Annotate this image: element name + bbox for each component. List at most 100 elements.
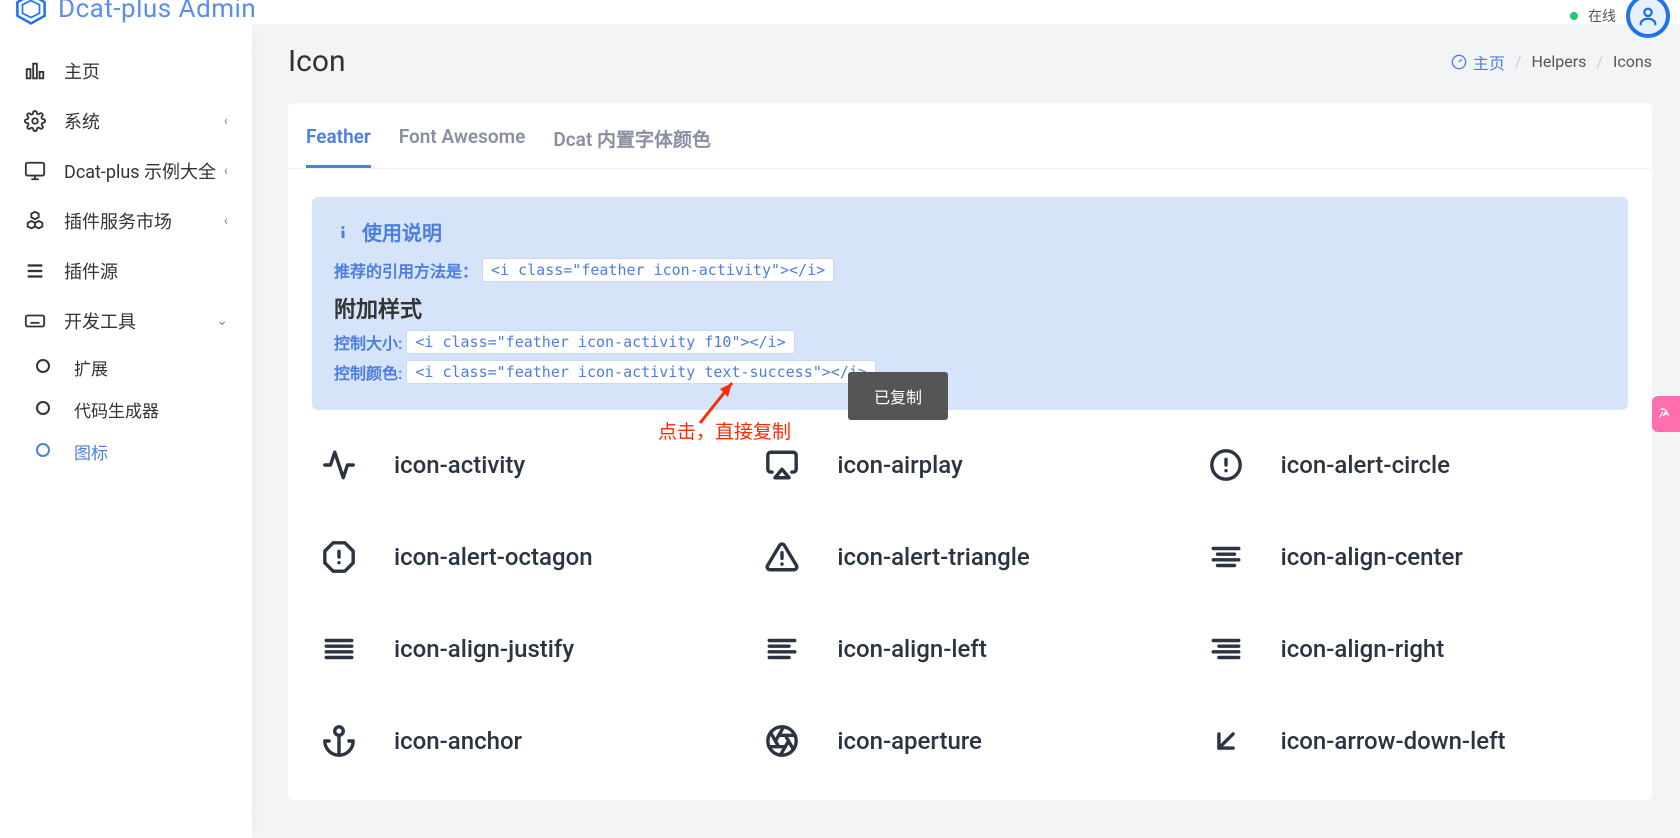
bar-chart-icon <box>24 60 46 82</box>
monitor-icon <box>24 160 46 182</box>
align-left-icon <box>763 630 801 668</box>
info-title: 使用说明 <box>334 217 1606 246</box>
breadcrumb-home[interactable]: 主页 <box>1451 50 1505 74</box>
breadcrumb-sep: / <box>1515 52 1522 71</box>
icon-name: icon-alert-triangle <box>837 543 1029 571</box>
dashboard-icon <box>1451 54 1467 70</box>
info-recommend-code[interactable]: <i class="feather icon-activity"></i> <box>482 258 834 282</box>
topbar: Dcat-plus Admin 在线 <box>0 0 1680 24</box>
sidebar-item-codegen[interactable]: 代码生成器 <box>12 388 252 430</box>
circle-icon <box>36 442 54 460</box>
annotation-text: 点击，直接复制 <box>658 417 791 444</box>
keyboard-icon <box>24 310 46 332</box>
sidebar-item-examples[interactable]: Dcat-plus 示例大全 ‹ <box>0 146 252 196</box>
avatar[interactable] <box>1626 0 1670 38</box>
translate-icon <box>1658 406 1674 422</box>
breadcrumb-home-label: 主页 <box>1473 50 1505 74</box>
airplay-icon <box>763 446 801 484</box>
sidebar-item-label: 系统 <box>64 108 224 134</box>
icon-cell-align-justify[interactable]: icon-align-justify <box>320 630 733 668</box>
icon-name: icon-alert-circle <box>1281 451 1450 479</box>
sidebar-item-label: 代码生成器 <box>74 397 228 422</box>
tabs: Feather Font Awesome Dcat 内置字体颜色 <box>288 103 1652 169</box>
tab-fontawesome[interactable]: Font Awesome <box>399 125 526 168</box>
side-translate-badge[interactable] <box>1652 396 1680 432</box>
sidebar-item-market[interactable]: 插件服务市场 ‹ <box>0 196 252 246</box>
info-size-row: 控制大小: <i class="feather icon-activity f1… <box>334 330 1606 354</box>
aperture-icon <box>763 722 801 760</box>
alert-triangle-icon <box>763 538 801 576</box>
icon-cell-alert-circle[interactable]: icon-alert-circle <box>1207 446 1620 484</box>
circle-icon <box>36 400 54 418</box>
info-size-label: 控制大小: <box>334 330 402 354</box>
arrow-down-left-icon <box>1207 722 1245 760</box>
sidebar: 主页 系统 ‹ Dcat-plus 示例大全 ‹ 插件服务市场 ‹ 插件源 开发… <box>0 24 252 838</box>
main: Icon 主页 / Helpers / Icons Feather Font A… <box>252 0 1680 830</box>
sidebar-item-extensions[interactable]: 扩展 <box>12 346 252 388</box>
chevron-left-icon: ‹ <box>224 213 228 229</box>
icon-cell-align-left[interactable]: icon-align-left <box>763 630 1176 668</box>
page-title: Icon <box>288 44 346 79</box>
icon-cell-anchor[interactable]: icon-anchor <box>320 722 733 760</box>
cubes-icon <box>24 210 46 232</box>
gear-icon <box>24 110 46 132</box>
info-title-label: 使用说明 <box>362 217 442 246</box>
brand-logo-icon <box>14 0 48 26</box>
info-color-row: 控制颜色: <i class="feather icon-activity te… <box>334 360 1606 384</box>
icon-name: icon-align-center <box>1281 543 1463 571</box>
breadcrumb-sep: / <box>1596 52 1603 71</box>
icon-cell-airplay[interactable]: icon-airplay <box>763 446 1176 484</box>
icon-cell-activity[interactable]: icon-activity <box>320 446 733 484</box>
icon-name: icon-anchor <box>394 727 522 755</box>
sidebar-item-source[interactable]: 插件源 <box>0 246 252 296</box>
icon-cell-align-center[interactable]: icon-align-center <box>1207 538 1620 576</box>
sidebar-item-label: 扩展 <box>74 355 228 380</box>
activity-icon <box>320 446 358 484</box>
content-card: Feather Font Awesome Dcat 内置字体颜色 使用说明 推荐… <box>288 103 1652 800</box>
breadcrumb: 主页 / Helpers / Icons <box>1451 50 1652 74</box>
icon-cell-alert-octagon[interactable]: icon-alert-octagon <box>320 538 733 576</box>
online-text: 在线 <box>1588 6 1616 26</box>
align-right-icon <box>1207 630 1245 668</box>
user-icon <box>1637 5 1659 27</box>
info-box: 使用说明 推荐的引用方法是： <i class="feather icon-ac… <box>312 197 1628 410</box>
info-recommend-row: 推荐的引用方法是： <i class="feather icon-activit… <box>334 258 1606 282</box>
online-dot-icon <box>1570 12 1578 20</box>
tab-dcat-colors[interactable]: Dcat 内置字体颜色 <box>553 125 711 168</box>
icon-name: icon-aperture <box>837 727 982 755</box>
icon-cell-alert-triangle[interactable]: icon-alert-triangle <box>763 538 1176 576</box>
sidebar-item-label: 图标 <box>74 439 228 464</box>
sidebar-item-label: 开发工具 <box>64 308 216 334</box>
icon-name: icon-activity <box>394 451 525 479</box>
icon-name: icon-align-justify <box>394 635 574 663</box>
tab-body: 使用说明 推荐的引用方法是： <i class="feather icon-ac… <box>288 169 1652 800</box>
sidebar-item-system[interactable]: 系统 ‹ <box>0 96 252 146</box>
align-justify-icon <box>320 630 358 668</box>
anchor-icon <box>320 722 358 760</box>
info-color-code[interactable]: <i class="feather icon-activity text-suc… <box>406 360 876 384</box>
breadcrumb-helpers[interactable]: Helpers <box>1532 52 1587 71</box>
sidebar-item-icons[interactable]: 图标 <box>12 430 252 472</box>
sidebar-sublist-devtools: 扩展 代码生成器 图标 <box>0 346 252 472</box>
icon-cell-aperture[interactable]: icon-aperture <box>763 722 1176 760</box>
breadcrumb-icons[interactable]: Icons <box>1613 52 1652 71</box>
brand[interactable]: Dcat-plus Admin <box>0 0 256 26</box>
circle-icon <box>36 358 54 376</box>
info-size-code[interactable]: <i class="feather icon-activity f10"></i… <box>406 330 794 354</box>
brand-text: Dcat-plus Admin <box>58 0 256 24</box>
chevron-down-icon: ⌄ <box>216 313 228 329</box>
icon-name: icon-airplay <box>837 451 962 479</box>
sidebar-item-label: Dcat-plus 示例大全 <box>64 158 224 184</box>
topbar-right: 在线 <box>1570 0 1680 38</box>
icon-cell-arrow-down-left[interactable]: icon-arrow-down-left <box>1207 722 1620 760</box>
sidebar-item-home[interactable]: 主页 <box>0 46 252 96</box>
icon-name: icon-align-right <box>1281 635 1445 663</box>
sidebar-item-label: 插件源 <box>64 258 228 284</box>
chevron-left-icon: ‹ <box>224 163 228 179</box>
tab-feather[interactable]: Feather <box>306 125 371 168</box>
sidebar-item-devtools[interactable]: 开发工具 ⌄ <box>0 296 252 346</box>
list-icon <box>24 260 46 282</box>
sidebar-item-label: 主页 <box>64 58 228 84</box>
icon-cell-align-right[interactable]: icon-align-right <box>1207 630 1620 668</box>
copied-tooltip: 已复制 <box>848 372 948 420</box>
